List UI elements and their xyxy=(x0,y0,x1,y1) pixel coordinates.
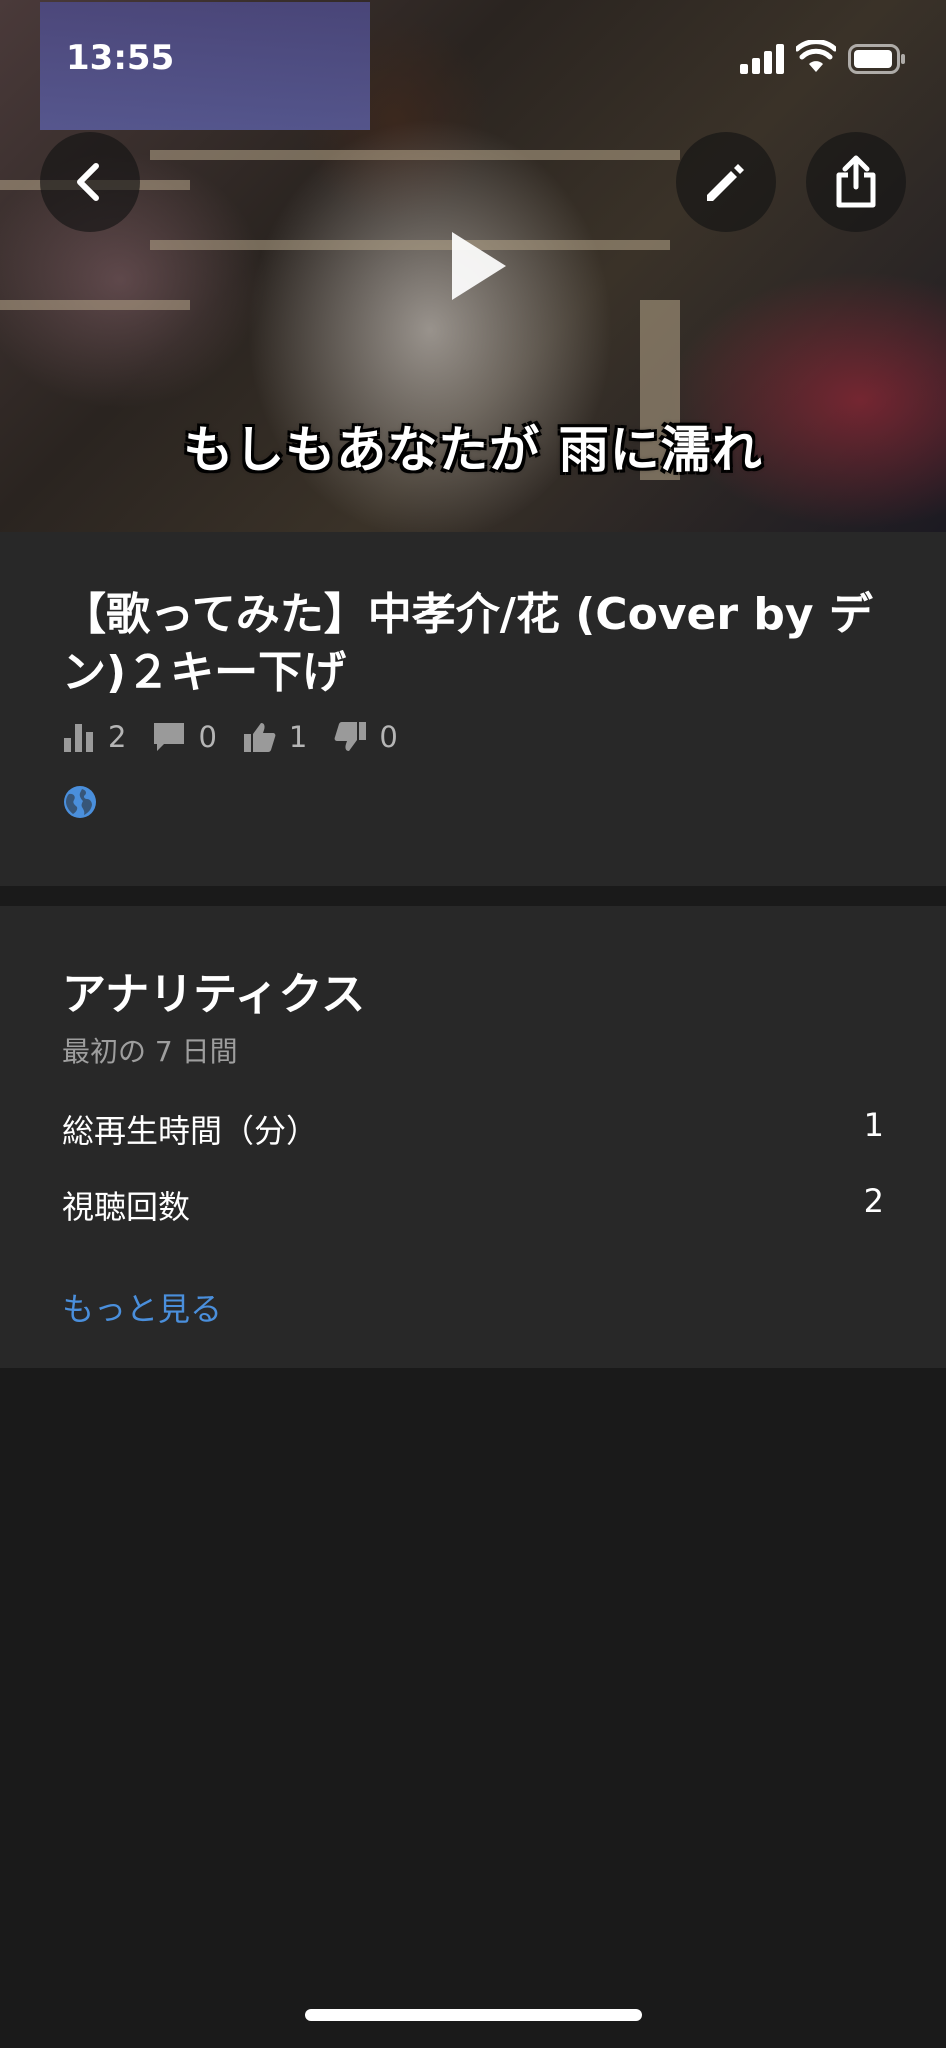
back-icon xyxy=(77,163,99,201)
signal-icon xyxy=(740,44,784,74)
shelf xyxy=(0,300,190,310)
views-count: 2 xyxy=(108,720,127,754)
analytics-card: アナリティクス 最初の 7 日間 総再生時間（分） 1 視聴回数 2 もっと見る xyxy=(0,906,946,1368)
metric-row-views: 視聴回数 2 xyxy=(62,1182,884,1228)
analytics-subtitle: 最初の 7 日間 xyxy=(62,1035,238,1068)
play-icon[interactable] xyxy=(448,228,508,304)
home-indicator[interactable] xyxy=(305,2009,642,2021)
status-bar: 13:55 xyxy=(0,0,946,110)
thumbs-down-icon xyxy=(334,722,367,751)
see-more-link[interactable]: もっと見る xyxy=(62,1284,222,1330)
share-button[interactable] xyxy=(806,132,906,232)
back-button[interactable] xyxy=(40,132,140,232)
dislikes-stat: 0 xyxy=(333,720,398,754)
metric-row-watch-time: 総再生時間（分） 1 xyxy=(62,1106,884,1152)
metric-value: 2 xyxy=(863,1182,884,1220)
battery-icon xyxy=(848,44,905,74)
shelf xyxy=(150,240,670,250)
video-player[interactable]: もしもあなたが 雨に濡れ 13:55 xyxy=(0,0,946,532)
globe-icon xyxy=(64,786,96,818)
thumbs-up-icon xyxy=(243,723,276,752)
video-info: 【歌ってみた】中孝介/花 (Cover by デン)２キー下げ 2 0 1 0 xyxy=(0,532,946,886)
share-icon xyxy=(836,155,876,208)
video-title: 【歌ってみた】中孝介/花 (Cover by デン)２キー下げ xyxy=(62,589,873,698)
comment-icon xyxy=(154,723,185,751)
status-time: 13:55 xyxy=(66,38,175,78)
dislikes-count: 0 xyxy=(379,720,398,754)
analytics-title: アナリティクス xyxy=(62,969,366,1020)
pencil-icon xyxy=(707,164,744,201)
edit-button[interactable] xyxy=(676,132,776,232)
video-caption: もしもあなたが 雨に濡れ xyxy=(183,420,763,479)
metric-label: 視聴回数 xyxy=(62,1188,191,1226)
shelf xyxy=(150,150,680,160)
video-stats: 2 0 1 0 xyxy=(62,720,424,754)
comments-count: 0 xyxy=(198,720,217,754)
comments-stat: 0 xyxy=(152,720,217,754)
metric-label: 総再生時間（分） xyxy=(62,1112,319,1150)
likes-stat: 1 xyxy=(243,720,307,754)
metric-value: 1 xyxy=(863,1106,884,1144)
wifi-icon xyxy=(796,40,836,72)
views-stat: 2 xyxy=(62,720,126,754)
likes-count: 1 xyxy=(288,720,308,754)
bar-chart-icon xyxy=(64,724,93,752)
